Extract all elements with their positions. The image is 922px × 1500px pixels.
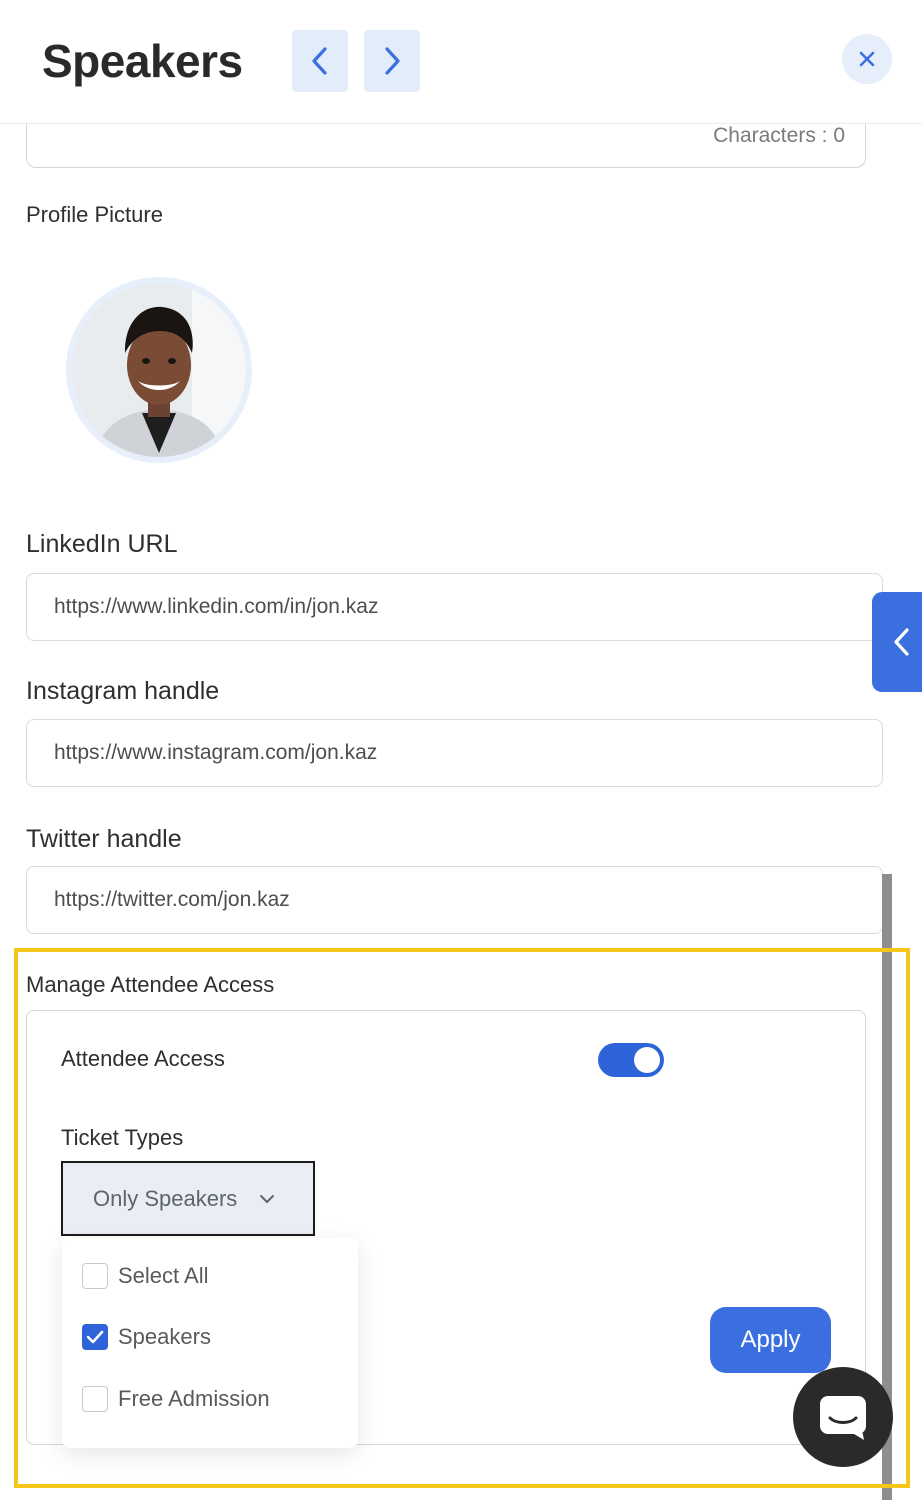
avatar (72, 283, 246, 457)
chat-icon (820, 1396, 866, 1440)
close-button[interactable] (842, 34, 892, 84)
profile-picture[interactable] (66, 277, 252, 463)
profile-picture-label: Profile Picture (26, 202, 163, 227)
next-button[interactable] (364, 30, 420, 92)
side-panel-toggle[interactable] (872, 592, 922, 692)
page-title: Speakers (42, 35, 243, 87)
twitter-input[interactable]: https://twitter.com/jon.kaz (26, 866, 883, 934)
chevron-left-icon (312, 47, 327, 75)
previous-button[interactable] (292, 30, 348, 92)
instagram-input[interactable]: https://www.instagram.com/jon.kaz (26, 719, 883, 787)
instagram-label: Instagram handle (26, 677, 220, 705)
twitter-label: Twitter handle (26, 825, 182, 853)
linkedin-label: LinkedIn URL (26, 530, 178, 558)
linkedin-input[interactable]: https://www.linkedin.com/in/jon.kaz (26, 573, 883, 641)
chevron-right-icon (385, 47, 400, 75)
bio-textarea[interactable]: Characters : 0 (26, 124, 866, 168)
chat-button[interactable] (793, 1367, 893, 1467)
close-icon (859, 51, 875, 67)
header: Speakers (0, 0, 922, 124)
highlight-frame (14, 948, 910, 1488)
chevron-left-icon (894, 628, 909, 656)
character-count: Characters : 0 (713, 124, 845, 147)
